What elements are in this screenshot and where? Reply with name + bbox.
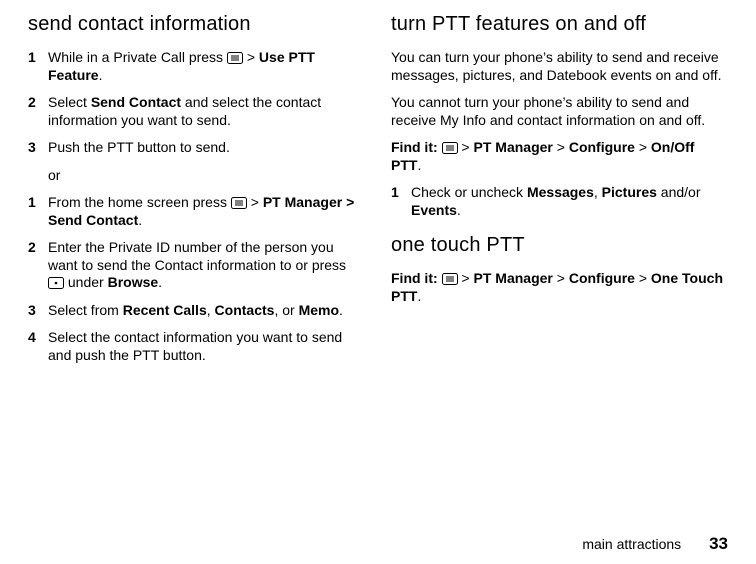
step-body: Select from Recent Calls, Contacts, or M… [48, 302, 365, 320]
step-body: Check or uncheck Messages, Pictures and/… [411, 184, 728, 219]
step-number: 3 [28, 302, 48, 320]
text: . [99, 67, 103, 83]
step-number: 1 [391, 184, 411, 219]
page-number: 33 [709, 534, 728, 553]
text: , or [274, 302, 298, 318]
text: . [138, 212, 142, 228]
bold-text: Memo [299, 302, 339, 318]
step-a-3: 3 Push the PTT button to send. [28, 139, 365, 157]
step-a-2: 2 Select Send Contact and select the con… [28, 94, 365, 129]
step-number: 2 [28, 239, 48, 292]
bold-text: Browse [108, 274, 159, 290]
step-b-2: 2 Enter the Private ID number of the per… [28, 239, 365, 292]
menu-key-icon [227, 52, 243, 64]
step-right-1: 1 Check or uncheck Messages, Pictures an… [391, 184, 728, 219]
bold-text: Recent Calls [123, 302, 207, 318]
step-body: Enter the Private ID number of the perso… [48, 239, 365, 292]
step-body: Select the contact information you want … [48, 329, 365, 364]
heading-turn-ptt: turn PTT features on and off [391, 12, 728, 37]
menu-key-icon [231, 197, 247, 209]
text: . [158, 274, 162, 290]
menu-key-icon [442, 273, 458, 285]
bold-text: Messages [527, 184, 594, 200]
heading-send-contact: send contact information [28, 12, 365, 37]
step-a-1: 1 While in a Private Call press > Use PT… [28, 49, 365, 84]
footer-section: main attractions [582, 536, 681, 552]
text: and/or [657, 184, 701, 200]
step-body: While in a Private Call press > Use PTT … [48, 49, 365, 84]
path-segment: Configure [569, 270, 635, 286]
step-b-3: 3 Select from Recent Calls, Contacts, or… [28, 302, 365, 320]
step-number: 1 [28, 194, 48, 229]
text: Select from [48, 302, 123, 318]
soft-key-icon [48, 277, 64, 289]
find-it-label: Find it: [391, 139, 438, 155]
text: Enter the Private ID number of the perso… [48, 239, 346, 273]
step-number: 1 [28, 49, 48, 84]
path-segment: Configure [569, 139, 635, 155]
step-body: From the home screen press > PT Manager … [48, 194, 365, 229]
or-text: or [48, 167, 365, 185]
bold-text: Events [411, 202, 457, 218]
step-number: 3 [28, 139, 48, 157]
step-number: 2 [28, 94, 48, 129]
path-segment: PT Manager [474, 270, 553, 286]
step-body: Select Send Contact and select the conta… [48, 94, 365, 129]
text: While in a Private Call press [48, 49, 227, 65]
text: . [339, 302, 343, 318]
bold-text: Send Contact [91, 94, 181, 110]
bold-text: Contacts [215, 302, 275, 318]
step-number: 4 [28, 329, 48, 364]
step-b-4: 4 Select the contact information you wan… [28, 329, 365, 364]
path-segment: PT Manager [474, 139, 553, 155]
text: > [247, 194, 263, 210]
text: , [594, 184, 602, 200]
text: > [243, 49, 259, 65]
bold-text: Pictures [602, 184, 657, 200]
text: . [457, 202, 461, 218]
text: under [64, 274, 108, 290]
text: Select the contact information you want … [48, 329, 342, 363]
menu-key-icon [442, 142, 458, 154]
find-it-label: Find it: [391, 270, 438, 286]
text: Push the PTT button to send. [48, 139, 230, 155]
text: Check or uncheck [411, 184, 527, 200]
step-b-1: 1 From the home screen press > PT Manage… [28, 194, 365, 229]
find-it-line: Find it: > PT Manager > Configure > One … [391, 270, 728, 305]
right-column: turn PTT features on and off You can tur… [391, 12, 728, 374]
page-footer: main attractions 33 [582, 533, 728, 554]
step-body: Push the PTT button to send. [48, 139, 365, 157]
text: From the home screen press [48, 194, 231, 210]
paragraph: You cannot turn your phone’s ability to … [391, 94, 728, 129]
paragraph: You can turn your phone’s ability to sen… [391, 49, 728, 84]
heading-one-touch-ptt: one touch PTT [391, 233, 728, 258]
text: , [207, 302, 215, 318]
text: Select [48, 94, 91, 110]
left-column: send contact information 1 While in a Pr… [28, 12, 365, 374]
find-it-line: Find it: > PT Manager > Configure > On/O… [391, 139, 728, 174]
